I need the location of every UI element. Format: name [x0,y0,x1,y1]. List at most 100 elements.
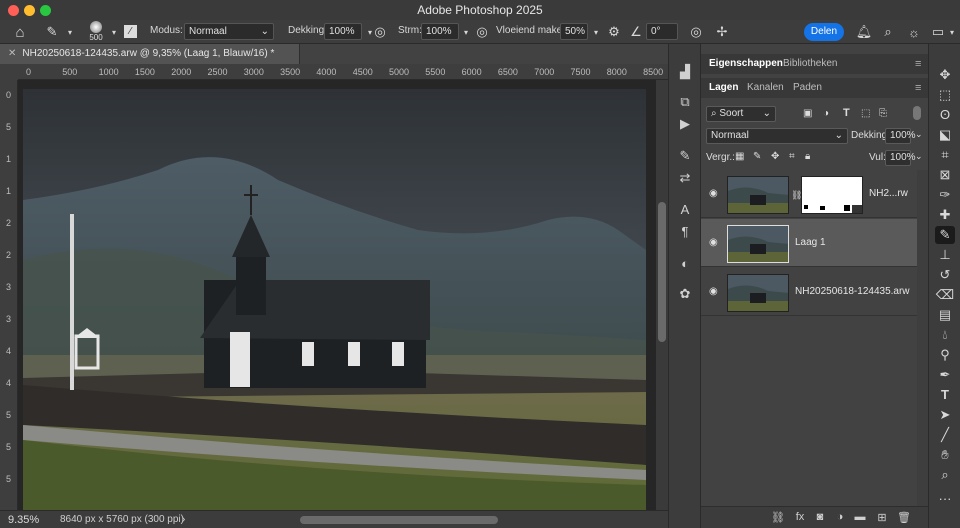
eyedropper-tool-icon[interactable]: ✑ [935,186,955,204]
filter-toggle[interactable] [913,106,921,120]
visibility-eye-icon[interactable]: ◉ [709,286,721,297]
smoothing-input[interactable]: 50% [560,23,588,40]
flow-input[interactable]: 100% [421,23,459,40]
tab-paths[interactable]: Paden [793,82,822,93]
brush-tool-icon[interactable]: ✎ [44,24,60,40]
dodge-tool-icon[interactable]: ⚲ [935,346,955,364]
hand-tool-icon[interactable]: ✋︎ [935,446,955,464]
clone-stamp-tool-icon[interactable]: ⊥ [935,246,955,264]
crop-tool-icon[interactable]: ⌗ [935,146,955,164]
tab-layers[interactable]: Lagen [709,82,738,93]
chevron-down-icon[interactable]: ▾ [588,24,604,40]
tab-channels[interactable]: Kanalen [747,82,784,93]
link-layers-icon[interactable]: ⛓ [771,511,785,525]
lock-image-icon[interactable]: ✎ [753,151,761,162]
angle-input[interactable]: 0° [646,23,678,40]
gear-icon[interactable]: ⚙ [606,24,622,40]
new-adjustment-icon[interactable]: ◑ [833,511,847,525]
marquee-tool-icon[interactable]: ⬚ [935,86,955,104]
eraser-tool-icon[interactable]: ⌫ [935,286,955,304]
frame-tool-icon[interactable]: ⊠ [935,166,955,184]
visibility-eye-icon[interactable]: ◉ [709,237,721,248]
lock-all-icon[interactable]: 🔒︎ [805,151,810,162]
brush-tool-icon[interactable]: ✎ [935,226,955,244]
zoom-level[interactable]: 9.35% [8,514,39,526]
brush-preset-picker[interactable]: 500 [86,21,106,42]
horizontal-scrollbar-thumb[interactable] [300,516,498,524]
vertical-ruler[interactable]: 0 5 1 1 2 2 3 3 4 4 5 5 5 [0,80,18,510]
chevron-down-icon[interactable]: ▾ [944,24,960,40]
panel-menu-icon[interactable]: ≡ [915,82,921,94]
lock-position-icon[interactable]: ✥ [771,151,779,162]
lasso-tool-icon[interactable]: ʘ [935,106,955,124]
layer-style-icon[interactable]: fx [793,511,807,525]
filter-pixel-icon[interactable]: ▣ [803,108,812,119]
pressure-size-icon[interactable]: ◎ [688,24,704,40]
close-tab-icon[interactable]: ✕ [8,48,16,59]
document-tab[interactable]: ✕ NH20250618-124435.arw @ 9,35% (Laag 1, … [0,44,300,64]
layer-opacity-input[interactable]: 100% [885,128,916,144]
home-icon[interactable]: ⌂ [12,24,28,41]
histogram-icon[interactable]: ▟ [677,64,693,80]
color-palette-icon[interactable]: ✿ [677,286,693,302]
adjustment-icon[interactable]: ⇄ [677,170,693,186]
filter-smart-object-icon[interactable]: ⎘ [879,108,887,119]
layer-row-selected[interactable]: ◉ Laag 1 [701,219,917,267]
type-tool-icon[interactable]: T [935,386,955,404]
chevron-down-icon[interactable]: ⌄ [915,151,923,162]
new-group-icon[interactable]: ▬ [853,511,867,525]
blend-mode-select[interactable]: Normaal ⌄ [706,128,848,144]
airbrush-icon[interactable]: ◎ [474,24,490,40]
add-mask-icon[interactable]: ◙ [813,511,827,525]
pen-tool-icon[interactable]: ✒ [935,366,955,384]
trash-icon[interactable]: 🗑︎ [897,511,911,525]
opacity-input[interactable]: 100% [324,23,362,40]
chevron-down-icon[interactable]: ▾ [458,24,474,40]
lock-transparent-icon[interactable]: ▦ [735,151,744,162]
chevron-down-icon[interactable]: ▾ [106,24,122,40]
layer-filter-select[interactable]: ⌕ Soort ⌄ [706,106,776,122]
chevron-down-icon[interactable]: ⌄ [915,129,923,140]
tab-properties[interactable]: Eigenschappen [709,58,783,69]
history-icon[interactable]: ⧉ [677,94,693,110]
layer-row[interactable]: ◉ NH20250618-124435.arw [701,268,917,316]
blur-tool-icon[interactable]: 💧︎ [935,326,955,344]
tab-libraries[interactable]: Bibliotheken [783,58,837,69]
brush-settings-icon[interactable]: ⁄ [124,25,137,38]
share-button[interactable]: Delen [804,23,844,41]
adjustments-icon[interactable]: ◐ [677,256,693,272]
lock-artboard-icon[interactable]: ⌗ [789,151,795,162]
mode-select[interactable]: Normaal ⌄ [184,23,274,40]
layer-row[interactable]: ◉ ⛓ NH2...rw [701,170,917,218]
horizontal-ruler[interactable]: 0 500 1000 1500 2000 2500 3000 3500 4000 4500 5000… [18,64,668,80]
filter-type-icon[interactable]: T [843,107,850,119]
move-tool-icon[interactable]: ✥ [935,66,955,84]
chevron-down-icon[interactable]: ▾ [62,24,78,40]
symmetry-icon[interactable]: ✢ [714,24,730,40]
gradient-tool-icon[interactable]: ▤ [935,306,955,324]
object-selection-tool-icon[interactable]: ⬕ [935,126,955,144]
bell-icon[interactable]: 🔔︎ [856,24,873,40]
character-icon[interactable]: A [677,202,693,218]
canvas-area[interactable] [18,80,656,510]
play-icon[interactable]: ▶ [677,116,693,132]
new-layer-icon[interactable]: ⊞ [875,511,889,525]
filter-shape-icon[interactable]: ⬚ [861,108,870,119]
chevron-right-icon[interactable]: › [182,514,185,525]
visibility-eye-icon[interactable]: ◉ [709,188,721,199]
brush-presets-icon[interactable]: ✎ [677,148,693,164]
vertical-scrollbar[interactable] [656,80,668,510]
zoom-tool-icon[interactable]: ⌕ [935,466,955,484]
line-tool-icon[interactable]: ╱ [935,426,955,444]
history-brush-tool-icon[interactable]: ↺ [935,266,955,284]
more-tools-icon[interactable]: ··· [935,490,955,508]
filter-adjustment-icon[interactable]: ◑ [823,108,829,119]
scrollbar-thumb[interactable] [658,202,666,342]
search-icon[interactable]: ⌕ [880,24,896,40]
pressure-opacity-icon[interactable]: ◎ [372,24,388,40]
lightbulb-icon[interactable]: ☼ [906,24,922,40]
path-selection-tool-icon[interactable]: ➤ [935,406,955,424]
healing-brush-tool-icon[interactable]: ✚ [935,206,955,224]
layer-mask-thumbnail[interactable] [801,176,863,214]
panel-menu-icon[interactable]: ≡ [915,58,921,70]
